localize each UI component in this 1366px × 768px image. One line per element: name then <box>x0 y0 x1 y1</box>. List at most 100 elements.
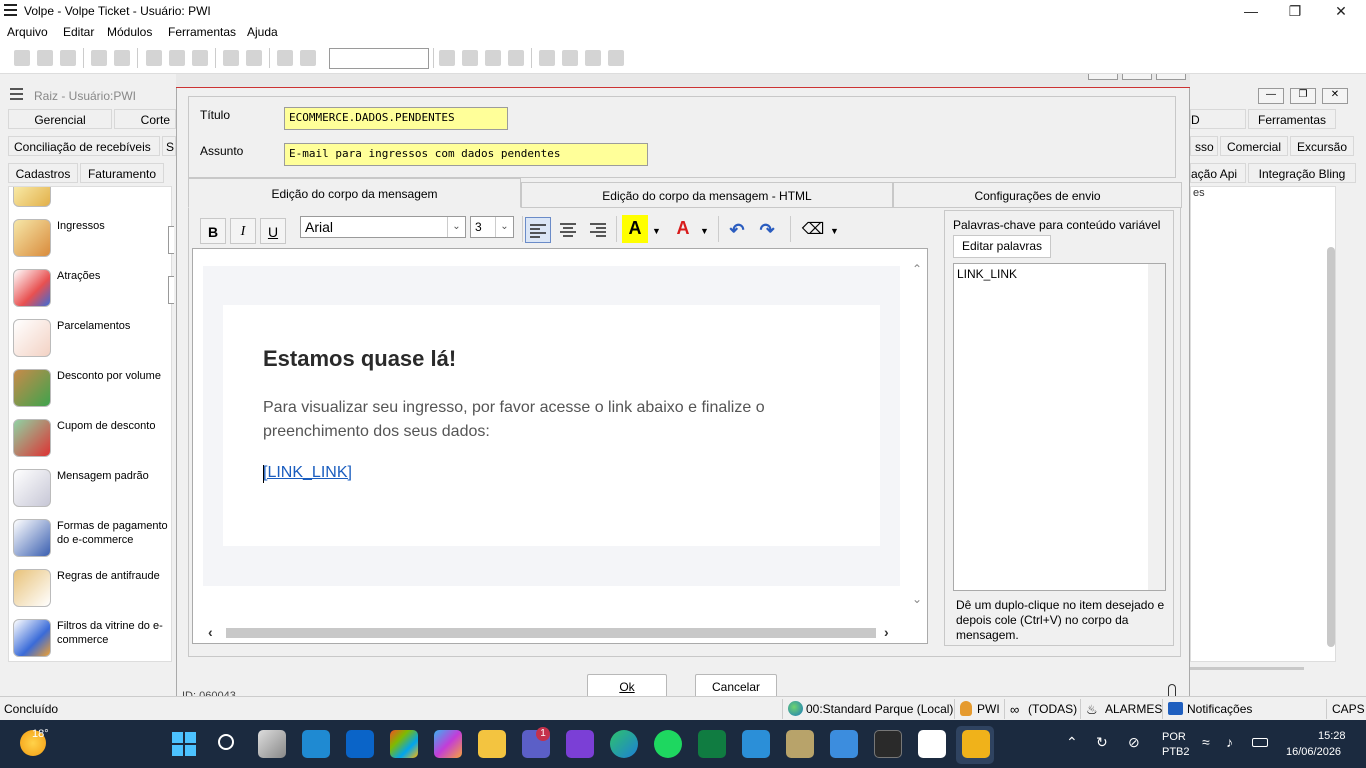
undo-icon[interactable] <box>223 50 239 66</box>
task-view-icon[interactable] <box>258 730 286 758</box>
highlight-color-button[interactable]: A <box>622 215 648 243</box>
list-item[interactable]: Mensagem padrão <box>13 469 171 519</box>
excel-icon[interactable] <box>698 730 726 758</box>
tool-icon-1[interactable] <box>439 50 455 66</box>
menu-ferramentas[interactable]: Ferramentas <box>168 25 236 39</box>
tab-cadastros[interactable]: Cadastros <box>8 163 78 183</box>
bg-minimize-icon[interactable]: — <box>1258 88 1284 104</box>
redo-icon[interactable]: ↷ <box>754 217 780 243</box>
cut-icon[interactable] <box>146 50 162 66</box>
tab-excursao[interactable]: Excursão <box>1290 136 1354 156</box>
chevron-down-icon[interactable]: ▼ <box>700 226 709 236</box>
maximize-icon[interactable]: ❐ <box>1272 0 1318 22</box>
volpe-ticket-icon[interactable] <box>962 730 990 758</box>
list-item[interactable]: Filtros da vitrine do e-commerce <box>13 619 171 661</box>
undo-icon[interactable]: ↶ <box>724 217 750 243</box>
tab-gerencial[interactable]: Gerencial <box>8 109 112 129</box>
menu-icon[interactable] <box>10 88 24 100</box>
titulo-field[interactable]: ECOMMERCE.DADOS.PENDENTES <box>284 107 508 130</box>
tool-icon-2[interactable] <box>462 50 478 66</box>
file-explorer-icon[interactable] <box>478 730 506 758</box>
editor-vscroll[interactable]: ⌃ ⌄ <box>908 262 926 612</box>
eraser-icon[interactable]: ⌫ <box>800 217 826 243</box>
chevron-right-icon[interactable]: › <box>884 624 889 640</box>
chart-icon[interactable] <box>300 50 316 66</box>
bold-button[interactable]: B <box>200 218 226 244</box>
tab-ferramentas[interactable]: Ferramentas <box>1248 109 1336 129</box>
tool-icon-6[interactable] <box>562 50 578 66</box>
tab-configuracoes-envio[interactable]: Configurações de envio <box>893 182 1182 208</box>
preview-icon[interactable] <box>114 50 130 66</box>
visual-studio-icon[interactable] <box>566 730 594 758</box>
underline-button[interactable]: U <box>260 218 286 244</box>
bg-hscroll[interactable] <box>1190 667 1304 670</box>
copy-icon[interactable] <box>169 50 185 66</box>
keywords-list[interactable]: LINK_LINK <box>953 263 1166 591</box>
menu-arquivo[interactable]: Arquivo <box>7 25 48 39</box>
status-notifications[interactable]: Notificações <box>1187 702 1252 716</box>
tool-icon-4[interactable] <box>508 50 524 66</box>
volume-icon[interactable]: ♪ <box>1226 734 1233 750</box>
align-right-button[interactable] <box>585 217 611 243</box>
save-icon[interactable] <box>60 50 76 66</box>
m365-icon[interactable] <box>434 730 462 758</box>
editor-hscroll[interactable]: ‹ › <box>204 624 906 642</box>
tab-faturamento[interactable]: Faturamento <box>80 163 164 183</box>
terminal-icon[interactable] <box>874 730 902 758</box>
tool-icon-3[interactable] <box>485 50 501 66</box>
align-center-button[interactable] <box>555 217 581 243</box>
list-item[interactable]: Formas de pagamento do e-commerce <box>13 519 171 569</box>
battery-icon[interactable] <box>1252 738 1268 747</box>
chevron-down-icon[interactable]: ▼ <box>652 226 661 236</box>
list-item[interactable]: Ingressos <box>13 219 171 269</box>
lang-secondary[interactable]: PTB2 <box>1162 746 1190 758</box>
open-icon[interactable] <box>37 50 53 66</box>
list-item[interactable]: Regras de antifraude <box>13 569 171 619</box>
tab-comercial[interactable]: Comercial <box>1220 136 1288 156</box>
paste-icon[interactable] <box>192 50 208 66</box>
redo-icon[interactable] <box>246 50 262 66</box>
bg-close-icon[interactable]: ✕ <box>1322 88 1348 104</box>
list-item[interactable]: Cupom de desconto <box>13 419 171 469</box>
clock-time[interactable]: 15:28 <box>1318 730 1346 742</box>
tab-edicao-html[interactable]: Edição do corpo da mensagem - HTML <box>521 182 893 208</box>
font-select[interactable]: Arial ⌄ <box>300 216 466 238</box>
search-icon[interactable] <box>218 734 234 750</box>
menu-icon[interactable] <box>4 4 18 16</box>
font-size-select[interactable]: 3 ⌄ <box>470 216 514 238</box>
keyword-item[interactable]: LINK_LINK <box>957 267 1017 281</box>
new-icon[interactable] <box>14 50 30 66</box>
network-tool-icon[interactable] <box>742 730 770 758</box>
tab-integracao-bling[interactable]: Integração Bling <box>1248 163 1356 183</box>
italic-button[interactable]: I <box>230 218 256 244</box>
chevron-up-icon[interactable]: ⌃ <box>912 262 922 276</box>
tab-s[interactable]: S <box>162 136 176 156</box>
bg-restore-icon[interactable]: ❐ <box>1290 88 1316 104</box>
assunto-field[interactable]: E-mail para ingressos com dados pendente… <box>284 143 648 166</box>
disabled-icon[interactable]: ⊘ <box>1128 734 1140 751</box>
alert-icon[interactable] <box>277 50 293 66</box>
chevron-up-icon[interactable]: ⌃ <box>1066 734 1078 751</box>
chevron-left-icon[interactable]: ‹ <box>208 624 213 640</box>
hscroll-thumb[interactable] <box>226 628 876 638</box>
notepad-icon[interactable] <box>830 730 858 758</box>
minimize-icon[interactable]: — <box>1228 0 1274 22</box>
tab-d[interactable]: D <box>1190 109 1246 129</box>
edit-keywords-button[interactable]: Editar palavras <box>953 235 1051 258</box>
tab-integracao-api[interactable]: ação Api <box>1190 163 1246 183</box>
store-icon[interactable] <box>390 730 418 758</box>
chevron-down-icon[interactable]: ⌄ <box>912 592 922 606</box>
email-link[interactable]: [LINK_LINK] <box>263 464 352 482</box>
tab-sso[interactable]: sso <box>1190 136 1218 156</box>
font-color-button[interactable]: A <box>670 215 696 243</box>
menu-ajuda[interactable]: Ajuda <box>247 25 278 39</box>
align-left-button[interactable] <box>525 217 551 243</box>
tab-edicao-corpo[interactable]: Edição do corpo da mensagem <box>188 178 521 208</box>
status-connection[interactable]: 00:Standard Parque (Local) <box>806 702 953 716</box>
print-icon[interactable] <box>91 50 107 66</box>
lang-primary[interactable]: POR <box>1162 731 1186 743</box>
menu-editar[interactable]: Editar <box>63 25 94 39</box>
spotify-icon[interactable] <box>654 730 682 758</box>
archive-icon[interactable] <box>786 730 814 758</box>
list-item[interactable]: Atrações <box>13 269 171 319</box>
